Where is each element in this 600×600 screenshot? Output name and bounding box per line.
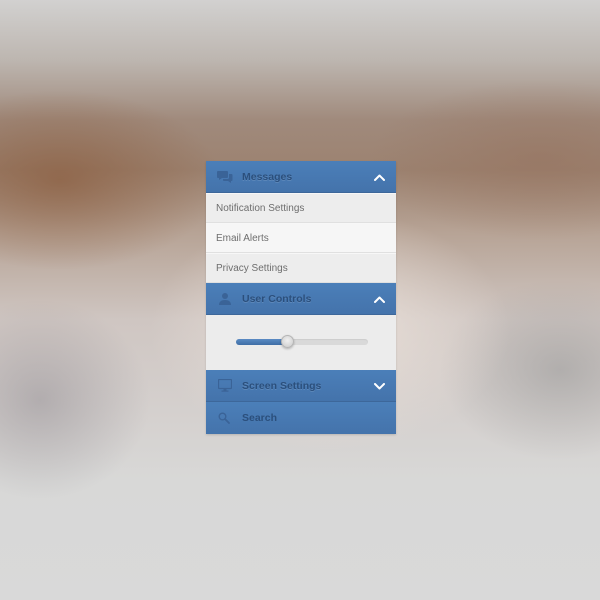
chevron-up-icon[interactable] bbox=[372, 292, 386, 306]
chat-bubbles-icon bbox=[217, 169, 233, 185]
messages-header[interactable]: Messages bbox=[206, 161, 396, 193]
slider-track[interactable] bbox=[236, 335, 368, 348]
messages-list: Notification Settings Email Alerts Priva… bbox=[206, 193, 396, 283]
accordion-panel: Messages Notification Settings Email Ale… bbox=[206, 161, 396, 434]
chevron-down-icon[interactable] bbox=[372, 379, 386, 393]
screen-settings-label: Screen Settings bbox=[242, 379, 322, 392]
monitor-icon bbox=[217, 378, 233, 394]
menu-item-label: Notification Settings bbox=[216, 202, 305, 214]
user-controls-body bbox=[206, 315, 396, 370]
user-icon bbox=[217, 291, 233, 307]
menu-item-privacy-settings[interactable]: Privacy Settings bbox=[206, 253, 396, 283]
user-controls-label: User Controls bbox=[242, 292, 312, 305]
search-input[interactable] bbox=[242, 412, 382, 424]
search-icon bbox=[216, 410, 232, 426]
screen-settings-header[interactable]: Screen Settings bbox=[206, 370, 396, 402]
menu-item-email-alerts[interactable]: Email Alerts bbox=[206, 223, 396, 253]
messages-label: Messages bbox=[242, 170, 293, 183]
slider-thumb[interactable] bbox=[280, 335, 294, 348]
chevron-up-icon[interactable] bbox=[372, 170, 386, 184]
user-controls-header[interactable]: User Controls bbox=[206, 283, 396, 315]
slider-fill bbox=[236, 339, 288, 345]
menu-item-notification-settings[interactable]: Notification Settings bbox=[206, 193, 396, 223]
menu-item-label: Email Alerts bbox=[216, 232, 269, 244]
search-bar[interactable] bbox=[206, 402, 396, 434]
menu-item-label: Privacy Settings bbox=[216, 262, 288, 274]
